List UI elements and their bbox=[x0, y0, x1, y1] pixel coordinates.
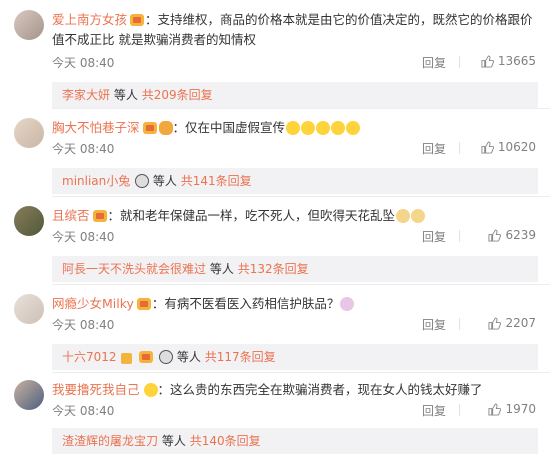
divider bbox=[459, 56, 460, 68]
thumbs-up-icon bbox=[488, 317, 502, 330]
laugh-emoji-icon bbox=[301, 121, 316, 135]
dog-emoji-icon bbox=[396, 209, 411, 223]
comment-text: ：这么贵的东西完全在欺骗消费者，现在女人的钱太好赚了 bbox=[157, 382, 483, 397]
comment-item: 且缤否 ：就和老年保健品一样，吃不死人，但吹得天花乱坠 今天 08:40 回复 6… bbox=[0, 204, 550, 284]
replies-summary[interactable]: 李家大妍 等人 共209条回复 bbox=[52, 82, 538, 108]
like-button[interactable]: 1970 bbox=[488, 402, 536, 416]
comment-text: ：就和老年保健品一样，吃不死人，但吹得天花乱坠 bbox=[107, 208, 396, 223]
comment-time: 今天 08:40 bbox=[52, 318, 115, 332]
laugh-emoji-icon bbox=[331, 121, 346, 135]
thumbs-up-icon bbox=[488, 229, 502, 242]
comment-item: 网瘾少女Milky ：有病不医看医入药相信护肤品？ 今天 08:40 回复 220… bbox=[0, 292, 550, 372]
comment-text: ：仅在中国虚假宣传 bbox=[172, 120, 286, 135]
thumbs-up-icon bbox=[481, 141, 494, 154]
divider bbox=[459, 404, 460, 416]
comment-time: 今天 08:40 bbox=[52, 404, 115, 418]
balloon-icon bbox=[158, 121, 173, 135]
reply-count[interactable]: 共132条回复 bbox=[238, 262, 309, 276]
replies-summary[interactable]: minlian小兔 等人 共141条回复 bbox=[52, 168, 538, 194]
avatar[interactable] bbox=[14, 118, 44, 148]
comment-username[interactable]: 爱上南方女孩 bbox=[52, 12, 127, 27]
comment-divider bbox=[52, 372, 550, 373]
comment-item: 爱上南方女孩 ：支持维权，商品的价格本就是由它的价值决定的，既然它的价格跟价值不成… bbox=[0, 8, 550, 108]
replies-summary[interactable]: 渣渣辉的屠龙宝刀 等人 共140条回复 bbox=[52, 428, 538, 454]
reply-user[interactable]: 渣渣辉的屠龙宝刀 bbox=[62, 434, 158, 448]
reply-user[interactable]: 十六7012 bbox=[62, 350, 117, 364]
laugh-emoji-icon bbox=[316, 121, 331, 135]
dog-emoji-icon bbox=[411, 209, 426, 223]
like-count: 1970 bbox=[505, 402, 536, 416]
comment-username[interactable]: 且缤否 bbox=[52, 208, 90, 223]
vip-badge-icon bbox=[130, 14, 145, 26]
reply-count[interactable]: 共141条回复 bbox=[181, 174, 252, 188]
comment-item: 胸大不怕巷子深 ：仅在中国虚假宣传 今天 08:40 回复 10620 minli… bbox=[0, 116, 550, 196]
comment-item: 我要撸死我自己 ：这么贵的东西完全在欺骗消费者，现在女人的钱太好赚了 今天 08:… bbox=[0, 378, 550, 462]
thumbs-up-icon bbox=[488, 403, 502, 416]
comment-time: 今天 08:40 bbox=[52, 230, 115, 244]
laugh-emoji-icon bbox=[286, 121, 301, 135]
reply-button[interactable]: 回复 bbox=[422, 228, 446, 245]
replies-summary[interactable]: 阿長一天不洗头就会很难过 等人 共132条回复 bbox=[52, 256, 538, 282]
divider bbox=[459, 142, 460, 154]
like-button[interactable]: 2207 bbox=[488, 316, 536, 330]
panda-icon bbox=[159, 350, 174, 364]
reply-count[interactable]: 共117条回复 bbox=[205, 350, 276, 364]
shrug-emoji-icon bbox=[340, 297, 355, 311]
vip-badge-icon bbox=[139, 351, 154, 363]
comment-time: 今天 08:40 bbox=[52, 56, 115, 70]
reply-user[interactable]: 阿長一天不洗头就会很难过 bbox=[62, 262, 206, 276]
reply-button[interactable]: 回复 bbox=[422, 402, 446, 419]
reply-button[interactable]: 回复 bbox=[422, 140, 446, 157]
comment-divider bbox=[52, 284, 550, 285]
like-button[interactable]: 13665 bbox=[481, 54, 536, 68]
like-button[interactable]: 6239 bbox=[488, 228, 536, 242]
vip-badge-icon bbox=[92, 210, 107, 222]
vip-badge-icon bbox=[142, 122, 157, 134]
comment-username[interactable]: 胸大不怕巷子深 bbox=[52, 120, 140, 135]
comment-divider bbox=[52, 196, 550, 197]
comment-username[interactable]: 我要撸死我自己 bbox=[52, 382, 140, 397]
divider bbox=[459, 318, 460, 330]
sunglasses-emoji-icon bbox=[143, 383, 158, 397]
vip-badge-icon bbox=[136, 298, 151, 310]
avatar[interactable] bbox=[14, 294, 44, 324]
avatar[interactable] bbox=[14, 10, 44, 40]
like-count: 13665 bbox=[497, 54, 536, 68]
avatar[interactable] bbox=[14, 206, 44, 236]
thumbs-up-icon bbox=[481, 55, 494, 68]
comment-time: 今天 08:40 bbox=[52, 142, 115, 156]
panda-icon bbox=[135, 174, 150, 188]
avatar[interactable] bbox=[14, 380, 44, 410]
reply-user[interactable]: 李家大妍 bbox=[62, 88, 110, 102]
laugh-emoji-icon bbox=[346, 121, 361, 135]
reply-count[interactable]: 共209条回复 bbox=[142, 88, 213, 102]
reply-button[interactable]: 回复 bbox=[422, 54, 446, 71]
v-badge-icon bbox=[121, 353, 133, 364]
reply-button[interactable]: 回复 bbox=[422, 316, 446, 333]
reply-count[interactable]: 共140条回复 bbox=[190, 434, 261, 448]
like-count: 2207 bbox=[505, 316, 536, 330]
replies-summary[interactable]: 十六7012 等人 共117条回复 bbox=[52, 344, 538, 370]
comment-text: ：有病不医看医入药相信护肤品？ bbox=[151, 296, 340, 311]
like-count: 6239 bbox=[505, 228, 536, 242]
like-count: 10620 bbox=[497, 140, 536, 154]
like-button[interactable]: 10620 bbox=[481, 140, 536, 154]
comment-username[interactable]: 网瘾少女Milky bbox=[52, 296, 134, 311]
comment-divider bbox=[52, 108, 550, 109]
divider bbox=[459, 230, 460, 242]
reply-user[interactable]: minlian小兔 bbox=[62, 174, 130, 188]
